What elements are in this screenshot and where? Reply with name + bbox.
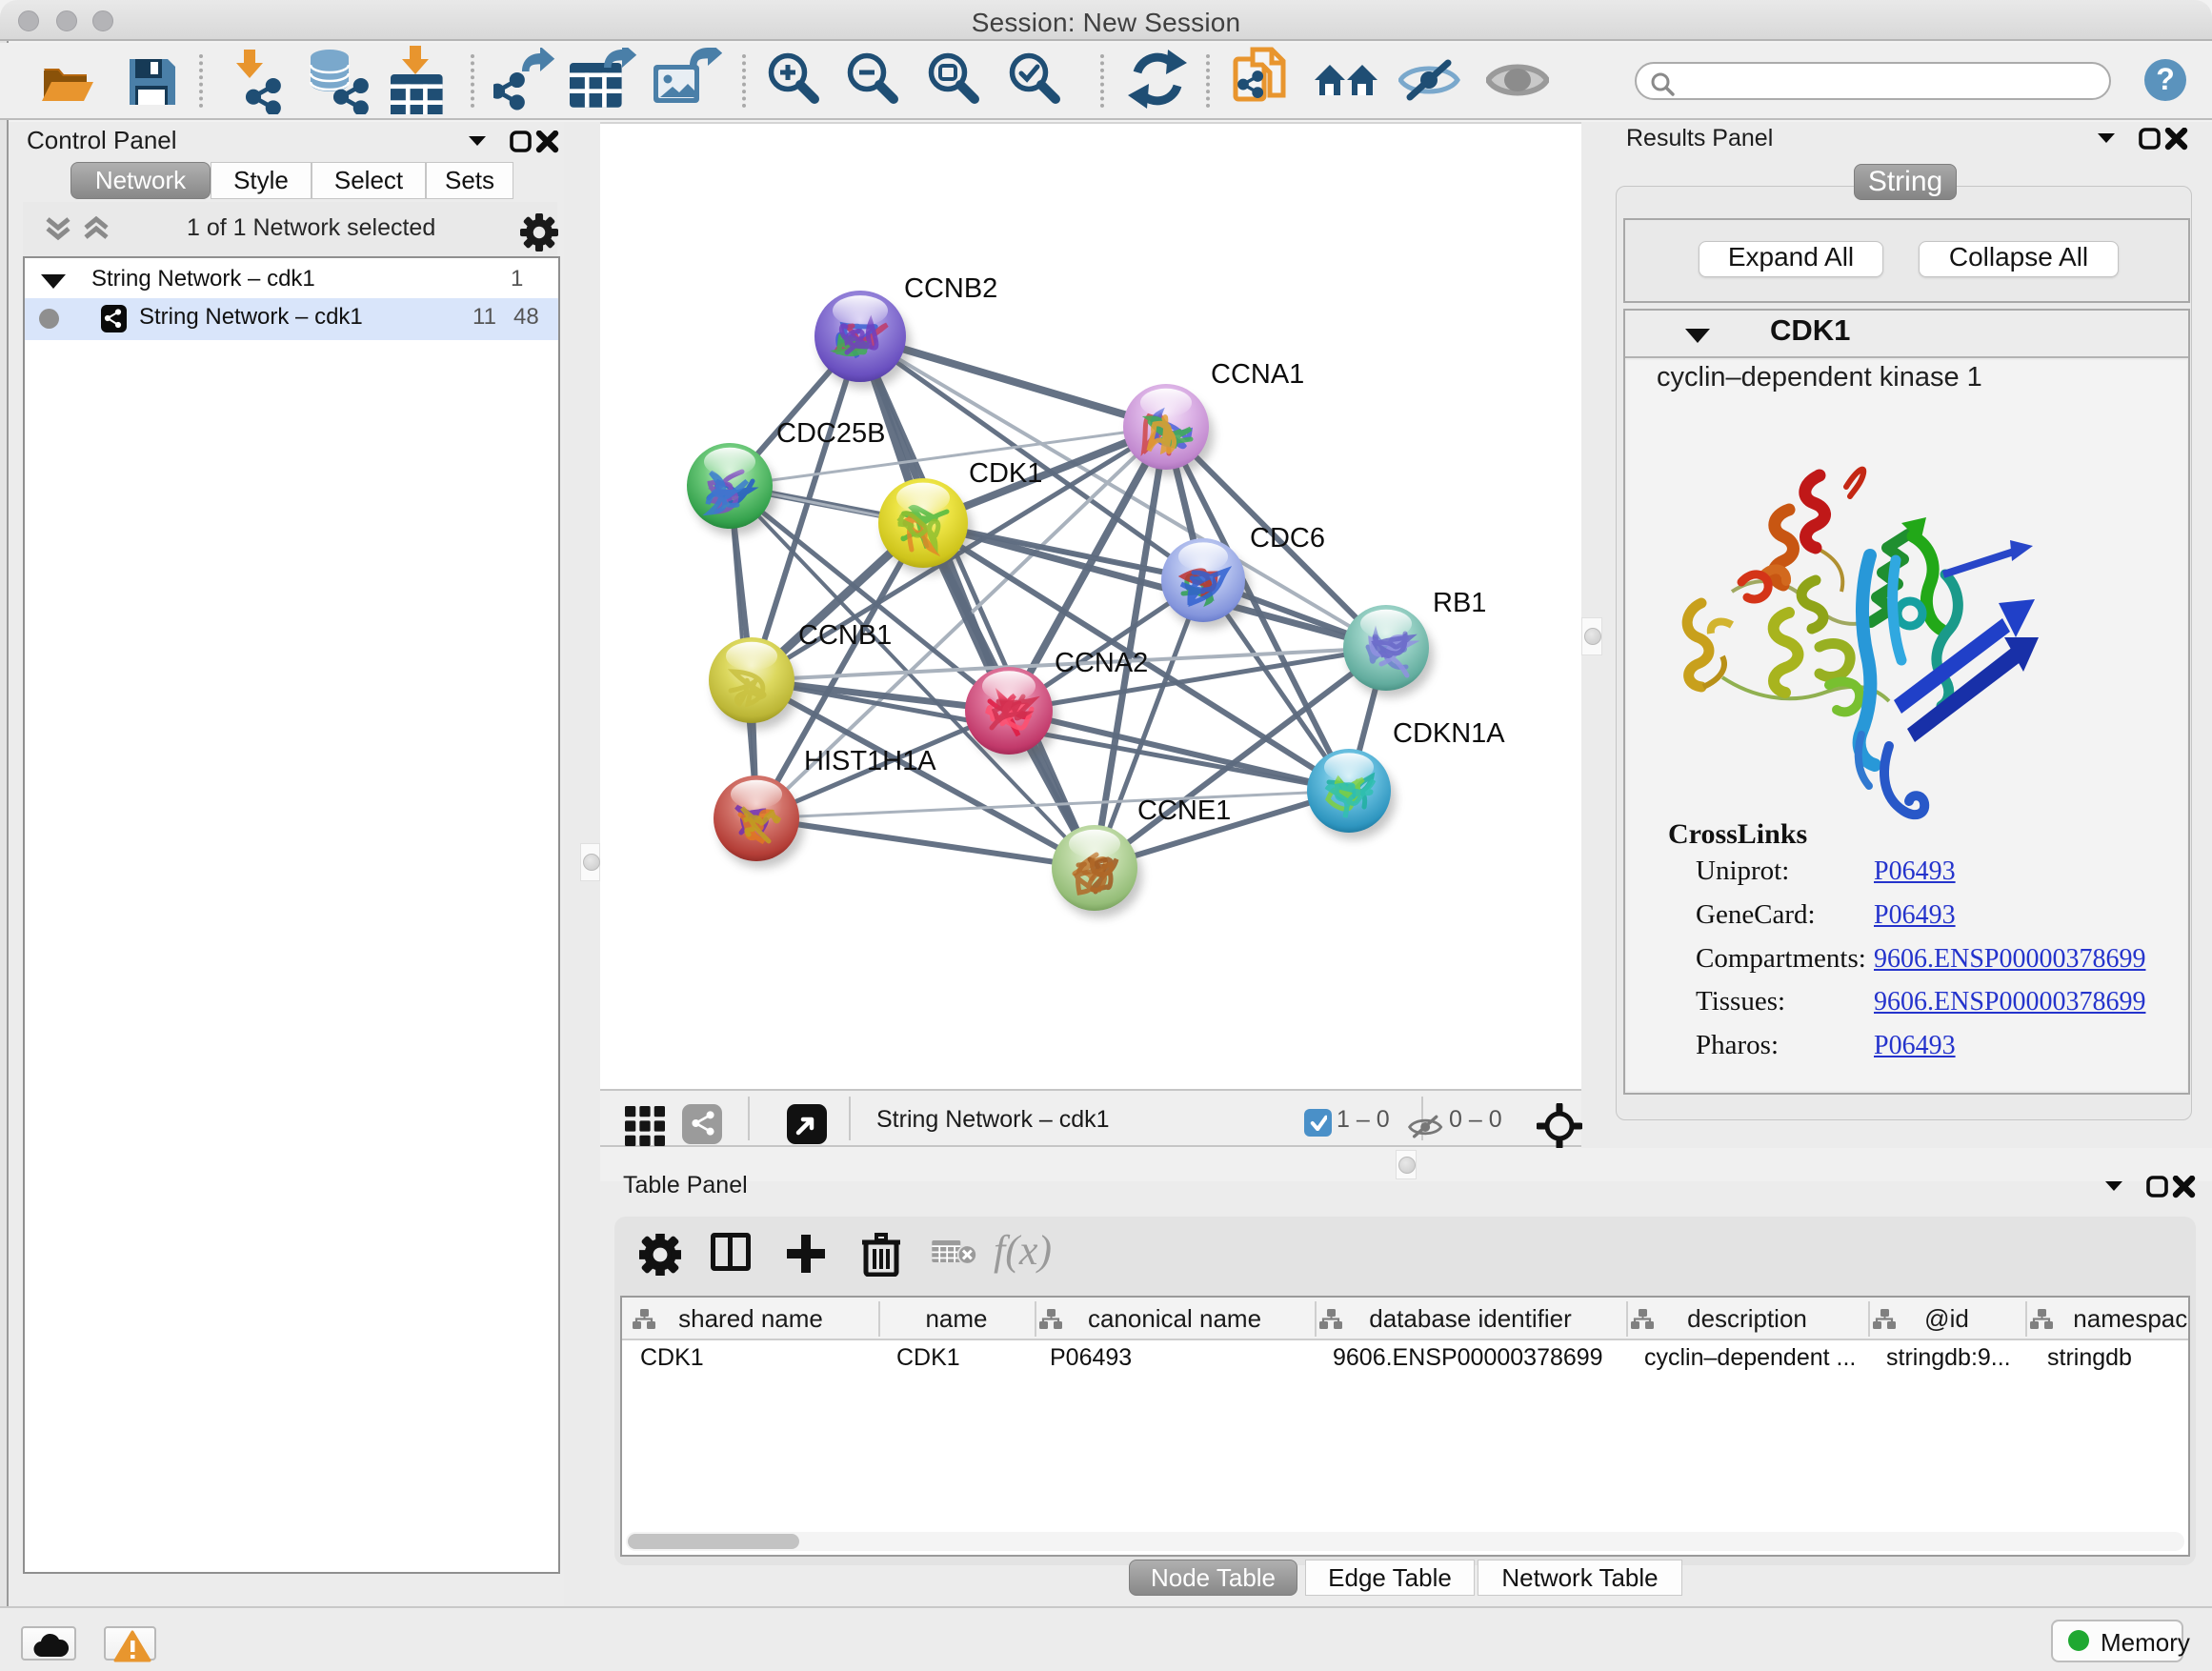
svg-text:CCNE1: CCNE1: [1137, 795, 1231, 826]
svg-text:HIST1H1A: HIST1H1A: [804, 746, 936, 776]
svg-text:CCNA2: CCNA2: [1055, 648, 1148, 678]
svg-text:CDK1: CDK1: [969, 458, 1042, 489]
svg-text:CDKN1A: CDKN1A: [1393, 718, 1505, 749]
svg-text:RB1: RB1: [1433, 588, 1486, 618]
svg-text:CCNA1: CCNA1: [1211, 359, 1304, 390]
svg-text:CCNB1: CCNB1: [798, 620, 892, 651]
svg-text:CCNB2: CCNB2: [904, 273, 997, 304]
svg-text:?: ?: [2156, 62, 2175, 96]
svg-text:CDC6: CDC6: [1250, 523, 1325, 554]
svg-text:CDC25B: CDC25B: [776, 418, 885, 449]
